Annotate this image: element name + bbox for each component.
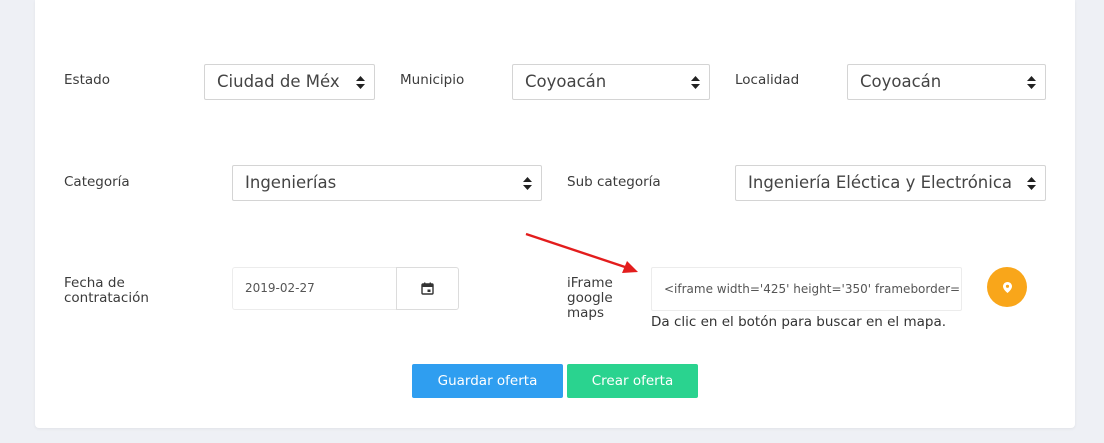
date-picker-button[interactable] bbox=[396, 267, 459, 310]
sort-caret-icon bbox=[356, 76, 365, 89]
iframe-label-line2: google bbox=[567, 290, 613, 306]
localidad-label: Localidad bbox=[735, 72, 800, 88]
iframe-label-line1: iFrame bbox=[567, 275, 613, 291]
annotation-arrow-icon bbox=[525, 232, 638, 273]
categoria-select-value: Ingenierías bbox=[245, 173, 337, 192]
calendar-icon bbox=[421, 282, 434, 295]
fecha-label: Fecha de contratación bbox=[64, 276, 149, 306]
subcategoria-label: Sub categoría bbox=[567, 174, 661, 190]
subcategoria-select-value: Ingeniería Eléctica y Electrónica bbox=[748, 173, 1011, 192]
estado-select-value: Ciudad de México bbox=[217, 72, 340, 91]
municipio-label: Municipio bbox=[400, 72, 465, 88]
municipio-select-value: Coyoacán bbox=[525, 72, 607, 91]
map-search-button[interactable] bbox=[987, 267, 1027, 307]
iframe-label: iFrame google maps bbox=[567, 276, 613, 321]
subcategoria-select[interactable]: Ingeniería Eléctica y Electrónica bbox=[735, 165, 1046, 201]
categoria-select[interactable]: Ingenierías bbox=[232, 165, 542, 201]
estado-label: Estado bbox=[64, 72, 110, 88]
localidad-select[interactable]: Coyoacán bbox=[847, 64, 1046, 100]
localidad-select-value: Coyoacán bbox=[860, 72, 942, 91]
sort-caret-icon bbox=[691, 76, 700, 89]
fecha-label-line1: Fecha de bbox=[64, 275, 125, 291]
iframe-input[interactable]: <iframe width='425' height='350' framebo… bbox=[651, 267, 962, 311]
municipio-select[interactable]: Coyoacán bbox=[512, 64, 710, 100]
sort-caret-icon bbox=[1027, 177, 1036, 190]
sort-caret-icon bbox=[1027, 76, 1036, 89]
sort-caret-icon bbox=[523, 177, 532, 190]
save-offer-button[interactable]: Guardar oferta bbox=[412, 364, 563, 398]
iframe-label-line3: maps bbox=[567, 305, 605, 321]
map-pin-icon bbox=[1002, 281, 1012, 293]
map-hint-text: Da clic en el botón para buscar en el ma… bbox=[651, 314, 947, 330]
fecha-label-line2: contratación bbox=[64, 290, 149, 306]
fecha-input[interactable]: 2019-02-27 bbox=[232, 267, 397, 310]
categoria-label: Categoría bbox=[64, 174, 130, 190]
create-offer-button[interactable]: Crear oferta bbox=[567, 364, 698, 398]
estado-select[interactable]: Ciudad de México bbox=[204, 64, 375, 100]
